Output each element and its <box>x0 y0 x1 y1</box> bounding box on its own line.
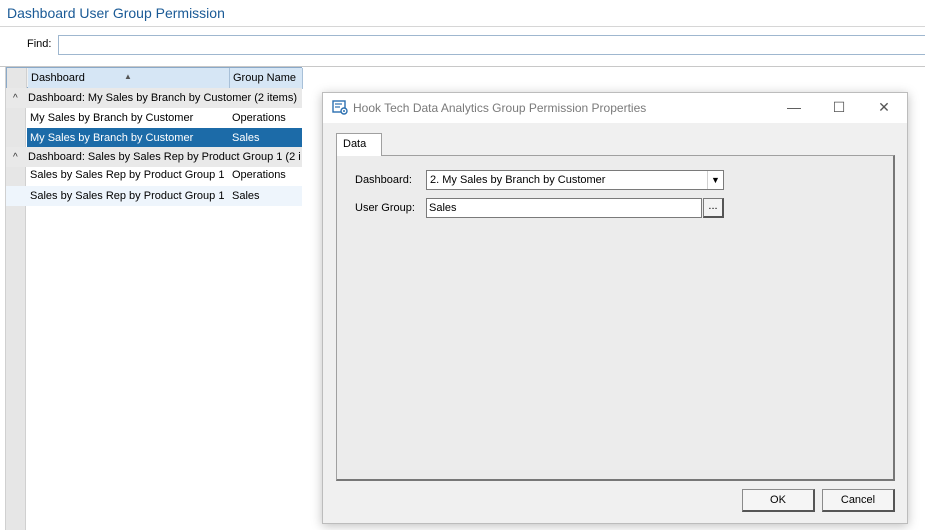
table-row[interactable]: My Sales by Branch by Customer Operation… <box>6 108 302 128</box>
properties-dialog: Hook Tech Data Analytics Group Permissio… <box>322 92 908 524</box>
dialog-title: Hook Tech Data Analytics Group Permissio… <box>353 101 647 115</box>
minimize-button[interactable]: — <box>771 93 817 123</box>
group-row[interactable]: ^ Dashboard: Sales by Sales Rep by Produ… <box>6 147 302 167</box>
user-group-label: User Group: <box>355 202 415 214</box>
group-header-text: Dashboard: My Sales by Branch by Custome… <box>28 92 297 104</box>
page-title: Dashboard User Group Permission <box>7 5 225 21</box>
dashboard-label: Dashboard: <box>355 174 412 186</box>
user-group-browse-button[interactable]: ... <box>703 198 724 218</box>
title-divider <box>0 26 925 27</box>
maximize-button[interactable]: ☐ <box>816 93 862 123</box>
column-header-group-name[interactable]: Group Name <box>230 68 303 89</box>
ok-button[interactable]: OK <box>742 489 815 512</box>
group-header-text: Dashboard: Sales by Sales Rep by Product… <box>28 151 301 163</box>
cell-group-name: Sales <box>232 190 260 202</box>
cell-dashboard: Sales by Sales Rep by Product Group 1 <box>30 169 225 181</box>
find-input[interactable] <box>58 35 925 55</box>
table-row-selected[interactable]: My Sales by Branch by Customer Sales <box>6 128 302 148</box>
tab-data[interactable]: Data <box>336 133 382 156</box>
user-group-field[interactable]: Sales <box>426 198 702 218</box>
permission-grid: Dashboard ▲ Group Name ^ Dashboard: My S… <box>5 67 303 530</box>
collapse-icon[interactable]: ^ <box>13 89 18 109</box>
find-label: Find: <box>27 38 52 50</box>
table-row[interactable]: Sales by Sales Rep by Product Group 1 Sa… <box>6 186 302 206</box>
cancel-button[interactable]: Cancel <box>822 489 895 512</box>
dashboard-select[interactable]: 2. My Sales by Branch by Customer ▼ <box>426 170 724 190</box>
cell-group-name: Operations <box>232 169 286 181</box>
cell-group-name: Operations <box>232 112 286 124</box>
cell-dashboard: My Sales by Branch by Customer <box>30 112 194 124</box>
cell-group-name: Sales <box>229 128 302 148</box>
cell-dashboard: My Sales by Branch by Customer <box>27 128 229 148</box>
group-row[interactable]: ^ Dashboard: My Sales by Branch by Custo… <box>6 88 302 108</box>
dashboard-select-value: 2. My Sales by Branch by Customer <box>430 174 606 186</box>
column-header-dashboard-label: Dashboard <box>31 72 85 84</box>
app-settings-icon <box>332 100 348 115</box>
header-corner <box>7 68 27 89</box>
tab-panel-data: Dashboard: 2. My Sales by Branch by Cust… <box>336 155 895 481</box>
chevron-down-icon[interactable]: ▼ <box>707 171 723 189</box>
grid-header: Dashboard ▲ Group Name <box>6 67 303 89</box>
column-header-dashboard[interactable]: Dashboard ▲ <box>28 68 230 89</box>
cell-dashboard: Sales by Sales Rep by Product Group 1 <box>30 190 225 202</box>
table-row[interactable]: Sales by Sales Rep by Product Group 1 Op… <box>6 165 302 185</box>
close-button[interactable]: ✕ <box>861 93 907 123</box>
dialog-titlebar[interactable]: Hook Tech Data Analytics Group Permissio… <box>323 93 907 123</box>
sort-ascending-icon: ▲ <box>124 72 132 81</box>
